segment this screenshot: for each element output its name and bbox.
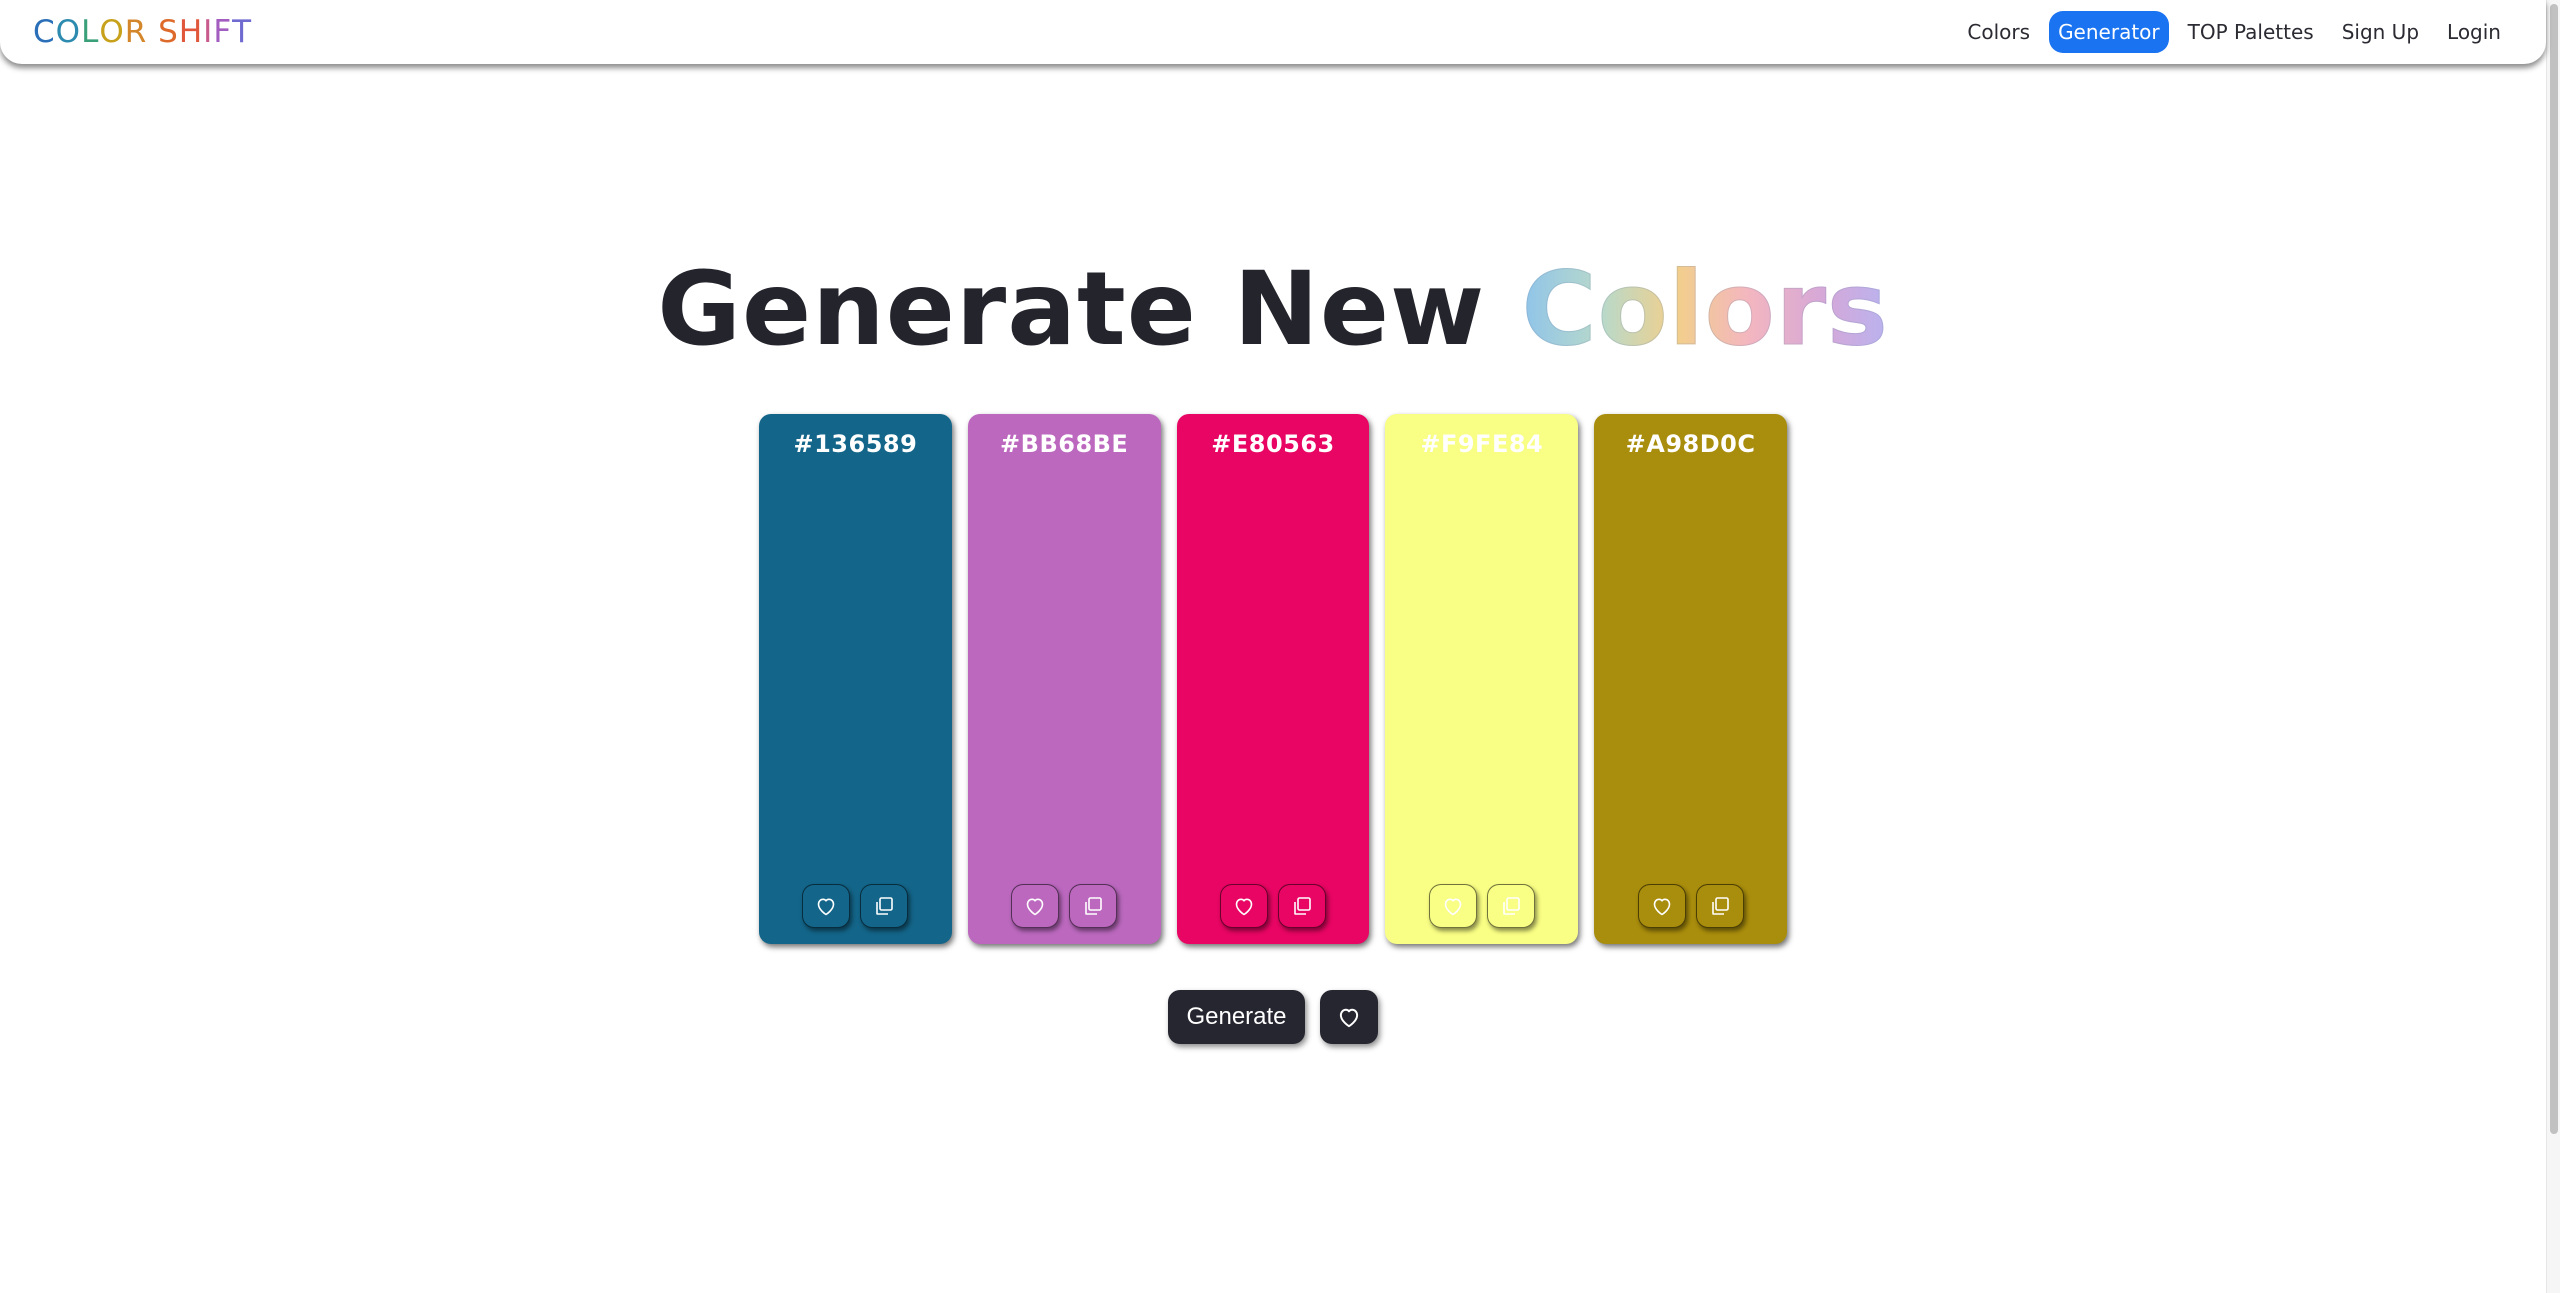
page-title-prefix: Generate New [657, 250, 1522, 369]
logo-letter: L [81, 14, 100, 50]
logo-letter: O [99, 14, 125, 50]
like-color-button[interactable] [802, 884, 851, 928]
swatch-actions [968, 884, 1161, 928]
site-logo[interactable]: COLOR SHIFT [33, 14, 252, 50]
heart-icon [818, 898, 835, 916]
top-navbar: COLOR SHIFT Colors Generator TOP Palette… [0, 0, 2546, 64]
heart-icon [1235, 898, 1253, 916]
logo-letter: T [232, 14, 253, 50]
page-title-highlight: Colors [1521, 250, 1889, 370]
color-swatch[interactable]: #136589 [759, 414, 952, 944]
swatch-hex-code[interactable]: #136589 [759, 430, 952, 458]
logo-letter: H [178, 14, 204, 50]
like-color-button[interactable] [1219, 884, 1268, 928]
swatch-actions [1385, 884, 1578, 928]
like-color-button[interactable] [1637, 884, 1686, 928]
copy-icon [1294, 897, 1311, 915]
color-palette: #136589 #BB68BE #E80563 #F9FE84 #A98D0C [759, 414, 1787, 944]
logo-letter: F [213, 14, 233, 50]
copy-color-button[interactable] [1486, 884, 1535, 928]
copy-color-button[interactable] [1695, 884, 1744, 928]
nav-link-login[interactable]: Login [2438, 11, 2510, 53]
like-color-button[interactable] [1011, 884, 1060, 928]
like-color-button[interactable] [1428, 884, 1477, 928]
page-scrollbar[interactable] [2546, 0, 2560, 1293]
swatch-actions [1594, 884, 1787, 928]
swatch-hex-code[interactable]: #E80563 [1177, 430, 1370, 458]
copy-color-button[interactable] [1277, 884, 1326, 928]
nav-menu: Colors Generator TOP Palettes Sign Up Lo… [1958, 11, 2510, 53]
swatch-hex-code[interactable]: #A98D0C [1594, 430, 1787, 458]
color-swatch[interactable]: #BB68BE [967, 414, 1161, 944]
nav-link-generator[interactable]: Generator [2049, 11, 2169, 53]
logo-letter: S [158, 14, 179, 50]
color-swatch[interactable]: #E80563 [1176, 414, 1370, 944]
color-swatch[interactable]: #F9FE84 [1385, 414, 1579, 944]
color-swatch[interactable]: #A98D0C [1594, 414, 1787, 944]
copy-icon [1711, 897, 1729, 915]
swatch-actions [1177, 884, 1370, 928]
copy-icon [876, 897, 894, 915]
scrollbar-thumb[interactable] [2550, 4, 2558, 1134]
heart-icon [1653, 898, 1670, 916]
page-title: Generate New Colors [0, 250, 2546, 370]
logo-letter: O [55, 14, 82, 50]
save-palette-button[interactable] [1319, 990, 1378, 1044]
heart-icon [1444, 898, 1462, 916]
swatch-actions [759, 884, 952, 928]
copy-icon [1502, 897, 1520, 915]
generate-button[interactable]: Generate [1168, 990, 1305, 1044]
logo-letter: I [203, 14, 214, 50]
palette-controls: Generate [0, 990, 2546, 1044]
nav-link-top-palettes[interactable]: TOP Palettes [2179, 11, 2323, 53]
logo-letter: R [124, 14, 148, 50]
swatch-hex-code[interactable]: #F9FE84 [1385, 430, 1578, 458]
logo-letter: C [33, 14, 56, 50]
copy-color-button[interactable] [860, 884, 909, 928]
heart-icon [1026, 898, 1044, 916]
swatch-hex-code[interactable]: #BB68BE [968, 430, 1161, 458]
logo-letter [147, 14, 158, 50]
copy-color-button[interactable] [1069, 884, 1118, 928]
nav-link-sign-up[interactable]: Sign Up [2333, 11, 2428, 53]
copy-icon [1085, 897, 1102, 915]
heart-icon [1339, 1008, 1358, 1028]
nav-link-colors[interactable]: Colors [1958, 11, 2039, 53]
